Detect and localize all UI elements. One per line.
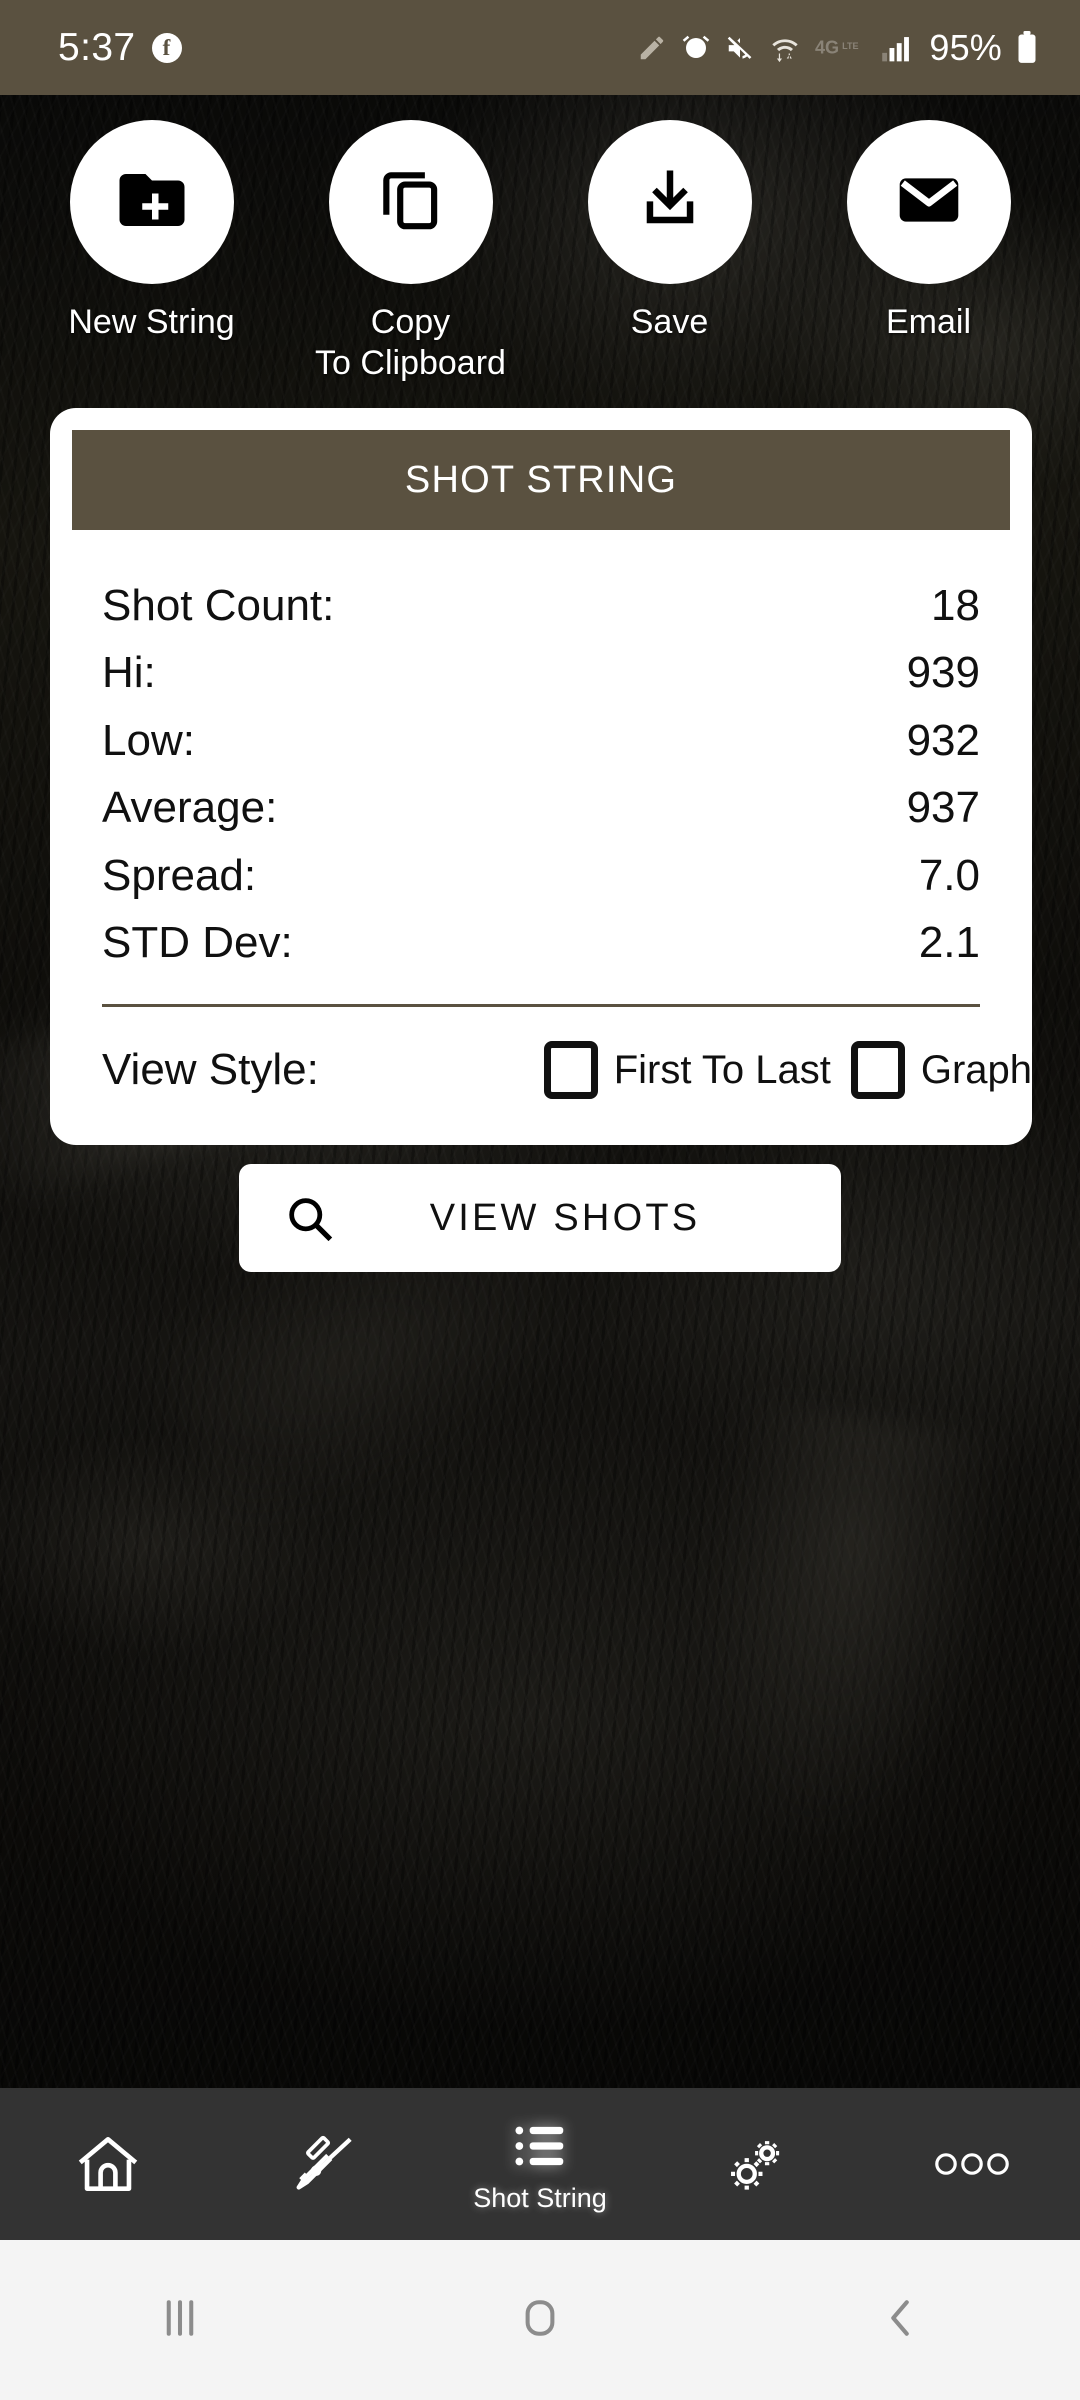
shot-string-card-header: SHOT STRING <box>72 430 1010 530</box>
email-button-label: Email <box>885 303 972 341</box>
email-button-circle[interactable] <box>846 120 1011 284</box>
home-square-icon <box>513 2291 567 2350</box>
copy-to-clipboard-button-circle[interactable] <box>328 120 493 284</box>
save-button-circle[interactable] <box>587 120 752 284</box>
recents-button[interactable] <box>80 2291 280 2350</box>
email-button[interactable]: Email <box>814 120 1044 343</box>
view-shots-button-label: VIEW SHOTS <box>429 1196 701 1239</box>
stat-value: 932 <box>906 715 980 765</box>
nav-item-shot-string[interactable]: Shot String <box>432 2088 648 2240</box>
stat-label: Spread: <box>102 850 257 900</box>
stat-value: 18 <box>931 581 980 630</box>
checkbox-first-to-last-label: First To Last <box>613 1047 831 1092</box>
copy-to-clipboard-button[interactable]: Copy To Clipboard <box>296 120 526 385</box>
alarm-icon <box>681 33 711 63</box>
view-style-row: View Style: First To Last Graph <box>50 1007 1032 1145</box>
status-bar-clock: 5:37 <box>58 25 136 69</box>
stat-label: Average: <box>102 783 278 833</box>
checkbox-first-to-last[interactable]: First To Last <box>543 1041 831 1100</box>
nav-item-shot-string-label: Shot String <box>473 2182 607 2213</box>
wifi-icon <box>769 33 801 63</box>
shot-string-card-title: SHOT STRING <box>404 458 678 501</box>
new-string-button[interactable]: New String <box>37 120 267 343</box>
stat-row-average: Average: 937 <box>102 774 980 841</box>
svg-text:4G: 4G <box>815 37 839 57</box>
stat-label: STD Dev: <box>102 917 293 967</box>
view-shots-button[interactable]: VIEW SHOTS <box>239 1164 841 1272</box>
copy-label-line-1: Copy <box>370 303 451 341</box>
stat-value: 7.0 <box>918 850 980 900</box>
nav-item-settings[interactable] <box>648 2088 864 2240</box>
bottom-nav-bar: Shot String <box>0 2088 1080 2240</box>
search-icon <box>239 1192 379 1244</box>
recents-icon <box>153 2291 207 2350</box>
copy-label-line-2: To Clipboard <box>315 344 506 383</box>
stat-label: Low: <box>102 715 195 765</box>
copy-icon <box>374 163 448 242</box>
stat-row-spread: Spread: 7.0 <box>102 842 980 909</box>
background-bipod-shape <box>658 1394 1022 1866</box>
home-button[interactable] <box>440 2291 640 2350</box>
envelope-icon <box>892 163 966 242</box>
mute-icon <box>725 33 755 63</box>
status-bar-right: 4G LTE 95% <box>637 27 1080 69</box>
nav-item-rifle[interactable] <box>216 2088 432 2240</box>
checkbox-graph[interactable]: Graph <box>850 1041 1032 1100</box>
lte-icon: 4G LTE <box>815 33 867 63</box>
app-screen: 5:37 f 4G LTE 95% New String Copy To Cli… <box>0 0 1080 2400</box>
back-button[interactable] <box>800 2291 1000 2350</box>
stat-value: 937 <box>906 783 980 833</box>
stat-row-hi: Hi: 939 <box>102 639 980 706</box>
new-string-button-circle[interactable] <box>69 120 234 284</box>
stat-row-std-dev: STD Dev: 2.1 <box>102 909 980 976</box>
new-folder-icon <box>113 161 191 244</box>
back-icon <box>873 2291 927 2350</box>
checkbox-graph-label: Graph <box>920 1047 1032 1092</box>
shot-string-card: SHOT STRING Shot Count: 18 Hi: 939 Low: … <box>50 408 1032 1146</box>
signal-icon <box>881 33 915 63</box>
stat-label: Hi: <box>102 648 156 698</box>
nav-item-home[interactable] <box>0 2088 216 2240</box>
stat-row-low: Low: 932 <box>102 707 980 774</box>
checkbox-first-to-last-box[interactable] <box>543 1041 598 1100</box>
rifle-icon <box>287 2127 361 2201</box>
view-style-options: First To Last Graph <box>543 1041 1032 1100</box>
svg-text:LTE: LTE <box>842 41 858 51</box>
list-icon <box>509 2115 571 2177</box>
stat-value: 2.1 <box>918 917 980 967</box>
gears-icon <box>719 2127 793 2201</box>
nav-item-more[interactable] <box>864 2088 1080 2240</box>
download-icon <box>633 163 707 242</box>
stat-row-shot-count: Shot Count: 18 <box>102 572 980 639</box>
pencil-icon <box>637 33 667 63</box>
save-button[interactable]: Save <box>555 120 785 343</box>
home-icon <box>71 2127 145 2201</box>
battery-percent-label: 95% <box>929 26 1002 68</box>
more-icon <box>932 2144 1012 2184</box>
stat-label: Shot Count: <box>102 581 335 630</box>
system-navigation-bar <box>0 2240 1080 2400</box>
save-button-label: Save <box>630 303 709 341</box>
view-style-label: View Style: <box>102 1045 319 1095</box>
action-button-row: New String Copy To Clipboard Save Email <box>0 120 1080 385</box>
new-string-button-label: New String <box>68 303 235 341</box>
shot-stats-list: Shot Count: 18 Hi: 939 Low: 932 Average:… <box>50 530 1032 976</box>
copy-to-clipboard-button-label: Copy To Clipboard <box>315 302 506 385</box>
checkbox-graph-box[interactable] <box>850 1041 905 1100</box>
stat-value: 939 <box>906 648 980 698</box>
battery-icon <box>1016 30 1038 65</box>
status-bar: 5:37 f 4G LTE 95% <box>0 0 1080 95</box>
facebook-icon <box>151 32 182 63</box>
status-bar-left: 5:37 <box>0 26 182 70</box>
